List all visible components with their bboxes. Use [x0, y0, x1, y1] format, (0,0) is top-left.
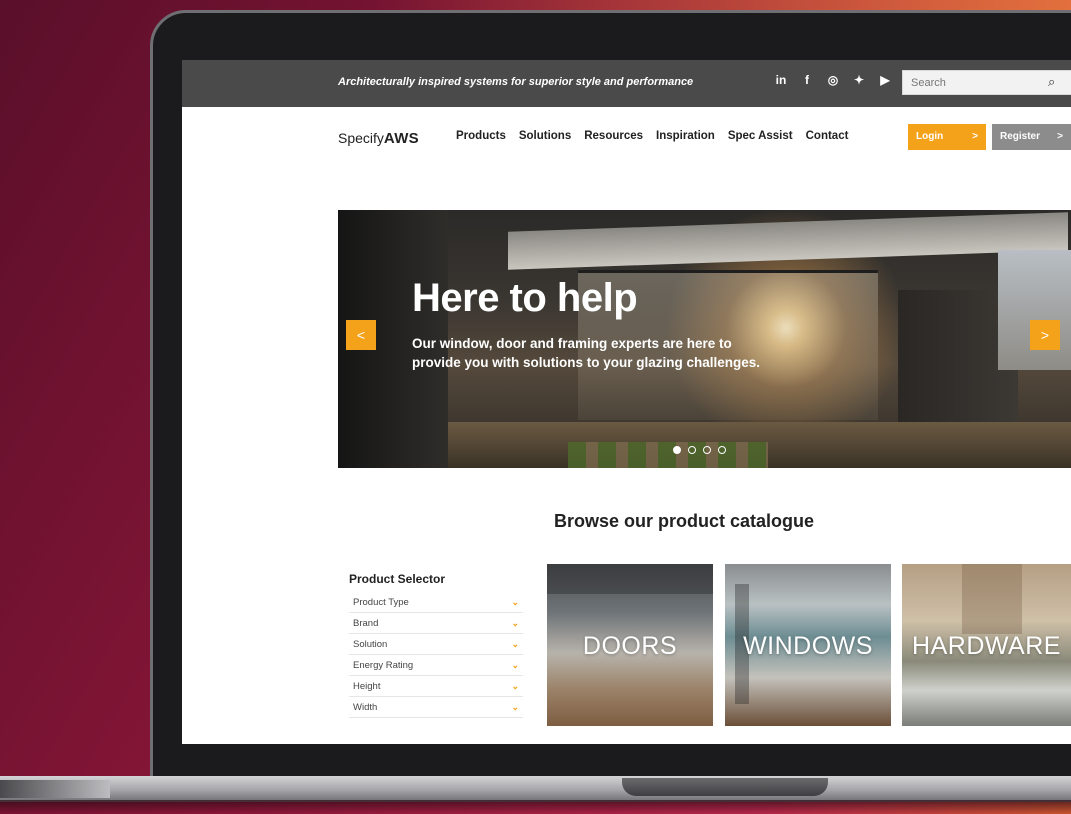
category-tile-hardware[interactable]: HARDWARE	[902, 564, 1071, 726]
catalogue-heading: Browse our product catalogue	[554, 511, 815, 531]
carousel-dot[interactable]	[673, 446, 681, 454]
main-navigation: Products Solutions Resources Inspiration…	[456, 130, 848, 142]
nav-item-contact[interactable]: Contact	[806, 130, 849, 142]
hero-image-roof	[508, 212, 1068, 270]
category-tile-windows[interactable]: WINDOWS	[725, 564, 891, 726]
search-input[interactable]	[902, 70, 1071, 95]
chevron-left-icon: <	[356, 327, 366, 343]
carousel-next-button[interactable]: >	[1030, 320, 1060, 350]
filter-height[interactable]: Height ⌄	[349, 676, 523, 697]
chevron-right-icon: >	[1057, 131, 1063, 142]
nav-item-products[interactable]: Products	[456, 130, 506, 142]
tile-label: WINDOWS	[743, 632, 873, 660]
laptop-base-edge	[0, 780, 110, 798]
hero-image-lawn	[568, 442, 768, 468]
filter-width[interactable]: Width ⌄	[349, 697, 523, 718]
register-button[interactable]: Register >	[992, 124, 1071, 150]
filter-product-type[interactable]: Product Type ⌄	[349, 592, 523, 613]
nav-item-solutions[interactable]: Solutions	[519, 130, 571, 142]
carousel-prev-button[interactable]: <	[346, 320, 376, 350]
search-icon[interactable]: ⌕	[1048, 74, 1055, 90]
instagram-icon[interactable]: ◎	[826, 73, 840, 87]
tile-image-roof	[547, 564, 713, 594]
social-links: in f ◎ ✦ ▶	[774, 73, 892, 87]
chevron-right-icon: >	[1040, 327, 1050, 343]
category-tile-doors[interactable]: DOORS	[547, 564, 713, 726]
carousel-dot[interactable]	[688, 446, 696, 454]
nav-item-resources[interactable]: Resources	[584, 130, 643, 142]
chevron-down-icon: ⌄	[511, 701, 519, 712]
product-selector: Product Type ⌄ Brand ⌄ Solution ⌄ Energy Ra…	[349, 592, 523, 718]
hero-carousel: Here to help Our window, door and framin…	[338, 210, 1071, 468]
nav-item-spec-assist[interactable]: Spec Assist	[728, 130, 793, 142]
chevron-down-icon: ⌄	[511, 680, 519, 691]
twitter-icon[interactable]: ✦	[852, 73, 866, 87]
hero-description: Our window, door and framing experts are…	[412, 336, 761, 370]
chevron-right-icon: >	[972, 131, 978, 142]
chevron-down-icon: ⌄	[511, 596, 519, 607]
laptop-notch	[622, 778, 828, 796]
tagline: Architecturally inspired systems for sup…	[338, 76, 694, 88]
hero-image-sky	[998, 250, 1071, 370]
login-button[interactable]: Login >	[908, 124, 986, 150]
carousel-indicators	[673, 446, 726, 454]
hero-title: Here to help	[412, 276, 638, 320]
facebook-icon[interactable]: f	[800, 73, 814, 87]
chevron-down-icon: ⌄	[511, 638, 519, 649]
tile-image-curtain	[962, 564, 1022, 634]
laptop-shadow	[0, 800, 1071, 814]
chevron-down-icon: ⌄	[511, 617, 519, 628]
product-selector-title: Product Selector	[349, 572, 446, 586]
tile-label: DOORS	[582, 632, 678, 660]
carousel-dot[interactable]	[718, 446, 726, 454]
tile-label: HARDWARE	[912, 632, 1061, 660]
site-logo[interactable]: SpecifyAWS	[338, 130, 419, 147]
filter-energy-rating[interactable]: Energy Rating ⌄	[349, 655, 523, 676]
login-label: Login	[916, 131, 944, 142]
website-screen: Architecturally inspired systems for sup…	[182, 60, 1071, 744]
chevron-down-icon: ⌄	[511, 659, 519, 670]
carousel-dot[interactable]	[703, 446, 711, 454]
linkedin-icon[interactable]: in	[774, 73, 788, 87]
nav-item-inspiration[interactable]: Inspiration	[656, 130, 715, 142]
filter-brand[interactable]: Brand ⌄	[349, 613, 523, 634]
youtube-icon[interactable]: ▶	[878, 73, 892, 87]
register-label: Register	[1000, 131, 1041, 142]
laptop-base	[0, 776, 1071, 802]
filter-solution[interactable]: Solution ⌄	[349, 634, 523, 655]
top-utility-bar: Architecturally inspired systems for sup…	[182, 60, 1071, 107]
